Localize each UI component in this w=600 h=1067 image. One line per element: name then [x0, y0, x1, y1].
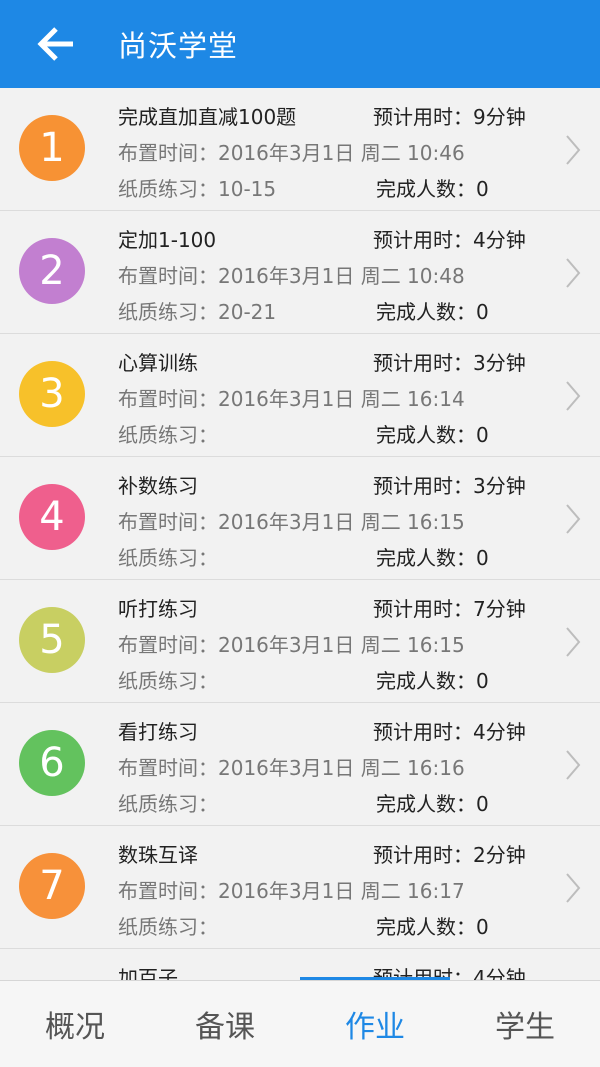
homework-item[interactable]: 2 定加1-100 预计用时：4分钟布置时间：2016年3月1日 周二 10:48 纸…	[0, 211, 600, 334]
tab-1[interactable]: 备课	[150, 981, 300, 1067]
chevron-right-icon	[566, 750, 581, 780]
completed-count: 完成人数：0	[376, 546, 489, 570]
homework-number-badge: 3	[19, 361, 85, 427]
paper-exercise: 纸质练习：	[118, 423, 218, 447]
homework-number-badge: 1	[19, 115, 85, 181]
tab-2[interactable]: 作业	[300, 981, 450, 1067]
chevron-right-icon	[566, 135, 581, 165]
assigned-time: 布置时间：2016年3月1日 周二 16:17	[118, 879, 465, 903]
completed-count: 完成人数：0	[376, 300, 489, 324]
homework-name: 心算训练	[118, 351, 198, 375]
back-button[interactable]	[0, 0, 118, 88]
chevron-right-icon	[566, 381, 581, 411]
arrow-left-icon	[37, 27, 73, 61]
homework-number-badge: 5	[19, 607, 85, 673]
homework-item[interactable]: 6 看打练习 预计用时：4分钟布置时间：2016年3月1日 周二 16:16 纸质练习…	[0, 703, 600, 826]
estimated-time: 预计用时：2分钟	[373, 843, 526, 867]
homework-number-badge: 2	[19, 238, 85, 304]
bottom-tab-bar: 概况 备课 作业 学生	[0, 980, 600, 1067]
assigned-time: 布置时间：2016年3月1日 周二 16:14	[118, 387, 465, 411]
completed-count: 完成人数：0	[376, 669, 489, 693]
homework-item[interactable]: 3 心算训练 预计用时：3分钟布置时间：2016年3月1日 周二 16:14 纸质练习…	[0, 334, 600, 457]
paper-exercise: 纸质练习：	[118, 792, 218, 816]
tab-3[interactable]: 学生	[450, 981, 600, 1067]
homework-name: 加百子	[118, 966, 178, 980]
assigned-time: 布置时间：2016年3月1日 周二 10:46	[118, 141, 465, 165]
paper-exercise: 纸质练习：	[118, 669, 218, 693]
estimated-time: 预计用时：4分钟	[373, 228, 526, 252]
chevron-right-icon	[566, 258, 581, 288]
paper-exercise: 纸质练习：10-15	[118, 177, 277, 201]
estimated-time: 预计用时：3分钟	[373, 474, 526, 498]
estimated-time: 预计用时：9分钟	[373, 105, 526, 129]
completed-count: 完成人数：0	[376, 423, 489, 447]
homework-name: 完成直加直减100题	[118, 105, 297, 129]
assigned-time: 布置时间：2016年3月1日 周二 16:16	[118, 756, 465, 780]
assigned-time: 布置时间：2016年3月1日 周二 16:15	[118, 510, 465, 534]
page-title: 尚沃学堂	[118, 29, 239, 63]
homework-number-badge: 4	[19, 484, 85, 550]
homework-number-badge: 6	[19, 730, 85, 796]
homework-item[interactable]: 7 数珠互译 预计用时：2分钟布置时间：2016年3月1日 周二 16:17 纸质练习…	[0, 826, 600, 949]
app-header: 尚沃学堂	[0, 0, 600, 88]
paper-exercise: 纸质练习：	[118, 546, 218, 570]
homework-item[interactable]: 5 听打练习 预计用时：7分钟布置时间：2016年3月1日 周二 16:15 纸质练习…	[0, 580, 600, 703]
completed-count: 完成人数：0	[376, 792, 489, 816]
homework-item[interactable]: 1 完成直加直减100题 预计用时：9分钟布置时间：2016年3月1日 周二 10:…	[0, 88, 600, 211]
chevron-right-icon	[566, 873, 581, 903]
homework-name: 看打练习	[118, 720, 198, 744]
homework-item[interactable]: 4 补数练习 预计用时：3分钟布置时间：2016年3月1日 周二 16:15 纸质练习…	[0, 457, 600, 580]
homework-item[interactable]: 加百子 预计用时：4分钟	[0, 949, 600, 980]
assigned-time: 布置时间：2016年3月1日 周二 16:15	[118, 633, 465, 657]
chevron-right-icon	[566, 504, 581, 534]
paper-exercise: 纸质练习：20-21	[118, 300, 277, 324]
homework-list[interactable]: 1 完成直加直减100题 预计用时：9分钟布置时间：2016年3月1日 周二 10:…	[0, 88, 600, 980]
homework-name: 数珠互译	[118, 843, 198, 867]
homework-name: 补数练习	[118, 474, 198, 498]
assigned-time: 布置时间：2016年3月1日 周二 10:48	[118, 264, 465, 288]
homework-number-badge: 7	[19, 853, 85, 919]
paper-exercise: 纸质练习：	[118, 915, 218, 939]
estimated-time: 预计用时：7分钟	[373, 597, 526, 621]
homework-name: 定加1-100	[118, 228, 217, 252]
estimated-time: 预计用时：3分钟	[373, 351, 526, 375]
estimated-time: 预计用时：4分钟	[373, 720, 526, 744]
tab-0[interactable]: 概况	[0, 981, 150, 1067]
completed-count: 完成人数：0	[376, 915, 489, 939]
homework-name: 听打练习	[118, 597, 198, 621]
completed-count: 完成人数：0	[376, 177, 489, 201]
chevron-right-icon	[566, 627, 581, 657]
